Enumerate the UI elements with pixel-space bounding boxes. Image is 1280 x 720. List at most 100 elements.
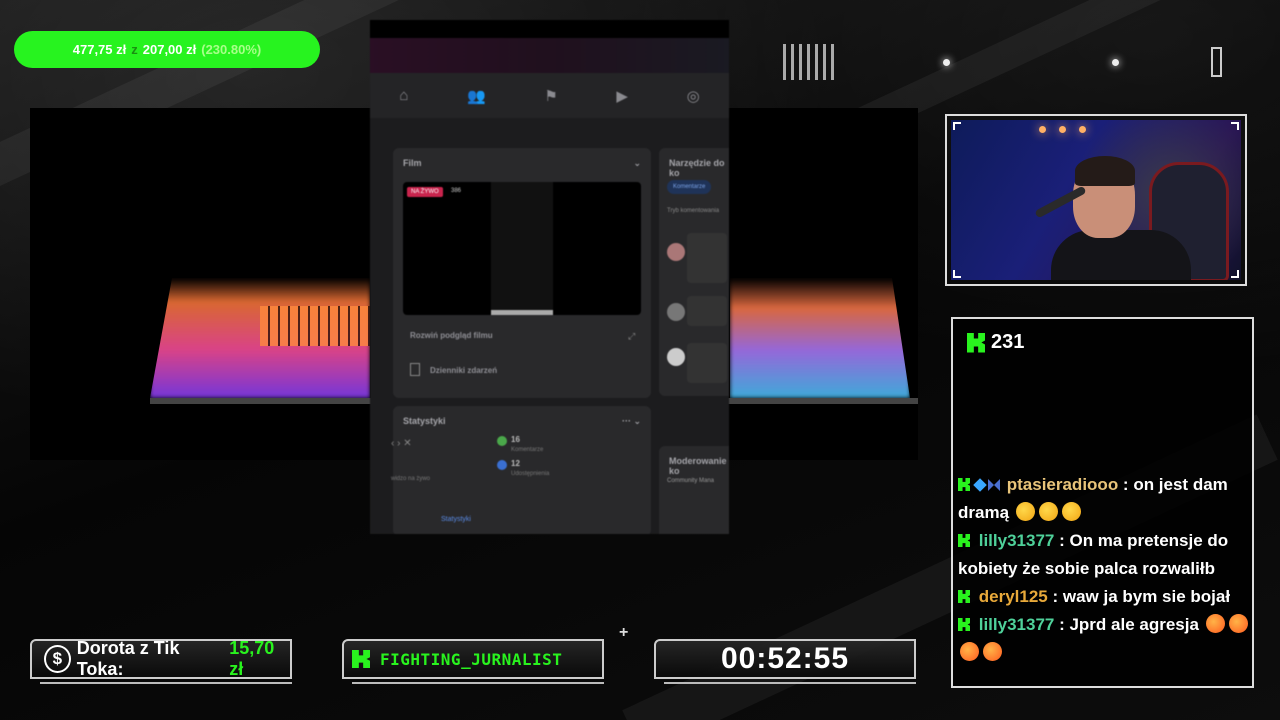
home-icon[interactable]: ⌂ [399, 87, 408, 104]
rofl-emoji-icon [1061, 502, 1081, 521]
webcam-feed [951, 120, 1241, 280]
ceiling-light [1039, 126, 1046, 133]
cube-badge-icon [973, 478, 987, 492]
donor-name: Dorota z Tik Toka: [76, 638, 180, 679]
stats-panel: Statystyki ··· ⌄ ‹ › ✕ 16 Komentarze 12 U… [391, 406, 651, 534]
view-count: 386 [451, 188, 462, 194]
ceiling-light [1059, 126, 1066, 133]
decorative-frame [1211, 47, 1222, 77]
viewer-counter: 231 [967, 331, 1024, 354]
frame-corner [1231, 270, 1239, 278]
shares-icon [497, 460, 507, 470]
screen-header [370, 38, 729, 73]
comment-item [687, 233, 727, 283]
chat-username[interactable]: lilly31377 [979, 531, 1055, 550]
carousel-arrows[interactable]: ‹ › ✕ [391, 438, 412, 449]
streamer-body [1051, 230, 1191, 280]
flag-icon[interactable]: ⚑ [544, 87, 557, 105]
moderation-panel: Moderowanie ko Community Mana [659, 446, 729, 534]
kick-badge-icon [958, 590, 970, 603]
sword-badge-icon [988, 479, 1000, 491]
comments-chip[interactable]: Komentarze [667, 180, 712, 194]
donation-goal-bar: 477,75 zł z 207,00 zł (230.80%) [14, 31, 320, 68]
dollar-icon: $ [44, 645, 71, 673]
video-icon[interactable]: ▶ [616, 87, 628, 105]
moderation-panel-title: Moderowanie ko [669, 456, 727, 476]
video-frame [491, 182, 553, 310]
goal-separator: z [131, 42, 138, 57]
frame-corner [953, 122, 961, 130]
avatar [667, 303, 685, 321]
laptop-image-left [150, 278, 370, 398]
chat-message: lilly31377 : Jprd ale agresja [958, 611, 1250, 667]
plus-icon: + [619, 624, 629, 641]
donor-amount: 15,70 zł [229, 638, 275, 679]
kick-badge-icon [958, 618, 970, 631]
globe-icon[interactable]: ◎ [687, 87, 700, 105]
streamer-hair [1075, 156, 1135, 186]
chat-messages: ptasieradiooo : on jest dam dramą lilly3… [958, 471, 1250, 667]
chat-message: deryl125 : waw ja bym sie bojał [958, 583, 1250, 611]
angry-emoji-icon [983, 642, 1002, 661]
kick-badge-icon [958, 534, 970, 547]
latest-donation-bar: $ Dorota z Tik Toka: 15,70 zł [30, 638, 292, 684]
follower-name: FIGHTING_JURNALIST [380, 649, 563, 669]
ceiling-light [1079, 126, 1086, 133]
latest-follower-bar: FIGHTING_JURNALIST [342, 639, 604, 684]
goal-current: 477,75 zł [72, 42, 127, 57]
video-progress[interactable] [491, 310, 553, 315]
tools-panel: Narzędzie do ko Komentarze Tryb komentow… [659, 148, 729, 396]
goal-percent: (230.80%) [201, 42, 262, 57]
chat-text: waw ja bym sie bojał [1062, 587, 1231, 606]
stream-timer: 00:52:55 [654, 639, 916, 684]
expand-preview-label[interactable]: Rozwiń podgląd filmu [410, 331, 493, 340]
kick-badge-icon [958, 478, 970, 491]
comment-mode-label: Tryb komentowania [667, 208, 720, 214]
chat-message: ptasieradiooo : on jest dam dramą [958, 475, 1228, 522]
tools-panel-title: Narzędzie do ko [669, 158, 725, 178]
chevron-down-icon[interactable]: ⌄ [633, 158, 641, 169]
keyboard [260, 306, 370, 346]
goal-target: 207,00 zł [142, 42, 197, 57]
video-preview[interactable]: NA ŻYWO 386 [403, 182, 641, 315]
live-viewers-label: widzo na żywo [391, 476, 431, 482]
rofl-emoji-icon [1015, 502, 1035, 521]
viewer-count: 231 [991, 331, 1025, 353]
event-logs-label[interactable]: Dzienniki zdarzeń [430, 366, 497, 375]
stat-comments-value: 16 [511, 435, 520, 444]
chat-message: lilly31377 : On ma pretensje do kobiety … [958, 531, 1229, 578]
chat-panel: 231 ptasieradiooo : on jest dam dramą li… [951, 317, 1254, 688]
screen-capture: ⌂ 👥 ⚑ ▶ ◎ Film ⌄ NA ŻYWO 386 Rozwiń podgl… [370, 20, 729, 534]
chat-username[interactable]: deryl125 [979, 587, 1048, 606]
more-options-icon[interactable]: ··· ⌄ [622, 416, 641, 427]
frame-corner [953, 270, 961, 278]
screen-top-bar [370, 20, 729, 38]
decorative-bars [783, 44, 834, 80]
stat-shares-label: Udostępnienia [511, 471, 550, 477]
rofl-emoji-icon [1038, 502, 1058, 521]
stat-shares-value: 12 [511, 459, 520, 468]
kick-logo-icon [967, 332, 985, 353]
expand-icon[interactable]: ⤢ [628, 331, 635, 342]
laptop-image-right [730, 278, 910, 398]
angry-emoji-icon [960, 642, 979, 661]
webcam-frame [945, 114, 1247, 286]
stats-link[interactable]: Statystyki [441, 516, 471, 523]
chat-username[interactable]: lilly31377 [979, 615, 1055, 634]
decorative-dot [943, 59, 950, 66]
comments-icon [497, 436, 507, 446]
live-badge: NA ŻYWO [407, 187, 443, 197]
avatar [667, 243, 685, 261]
stats-panel-title: Statystyki [403, 416, 446, 426]
stat-comments-label: Komentarze [511, 447, 544, 453]
decorative-dot [1112, 59, 1119, 66]
log-icon [410, 363, 420, 376]
film-panel-title: Film [403, 158, 422, 168]
community-manager-label: Community Mana [667, 478, 715, 484]
screen-nav: ⌂ 👥 ⚑ ▶ ◎ [370, 73, 729, 118]
avatar [667, 348, 685, 366]
comment-item [687, 296, 727, 326]
chat-username[interactable]: ptasieradiooo [1007, 475, 1118, 494]
comment-item [687, 343, 727, 383]
friends-icon[interactable]: 👥 [467, 87, 486, 105]
